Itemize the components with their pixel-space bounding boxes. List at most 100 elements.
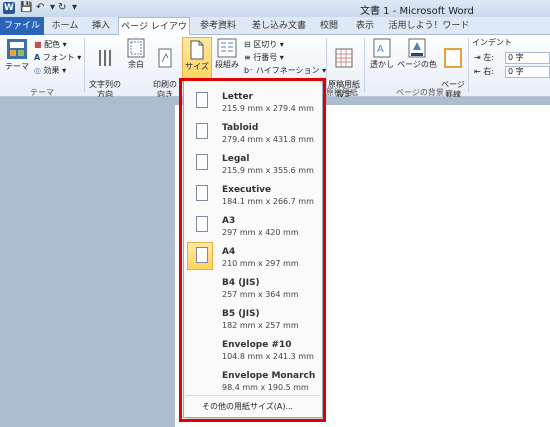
title-bar: W 💾 ↶ ▾ ↻ ▾ 文書 1 - Microsoft Word [0,0,550,17]
paper-size-item[interactable]: A4 210 mm x 297 mm [184,239,322,273]
hyphenation-button[interactable]: b⁻ ハイフネーション ▾ [244,65,326,77]
customize-qat-icon[interactable]: ▾ [72,1,77,15]
paper-size-item[interactable]: B4 (JIS) 257 mm x 364 mm [184,270,322,304]
separator [364,38,365,92]
paper-size-name: A3 [222,216,236,226]
paper-size-name: B5 (JIS) [222,309,260,319]
line-numbers-label: 行番号 [253,53,278,62]
indent-left-row: ⇥ 左: [474,52,494,64]
paper-size-item[interactable]: Executive 184.1 mm x 266.7 mm [184,177,322,211]
fonts-button[interactable]: A フォント ▾ [34,52,81,64]
effects-icon: ◎ [34,66,41,75]
paper-size-item[interactable]: Envelope #10 104.8 mm x 241.3 mm [184,332,322,366]
paper-size-item[interactable]: Tabloid 279.4 mm x 431.8 mm [184,115,322,149]
tab-mailings[interactable]: 差し込み文書 [248,17,310,35]
colors-label: 配色 [44,40,61,49]
themes-button[interactable]: テーマ [4,38,30,72]
margins-button[interactable]: 余白 [124,38,148,70]
effects-label: 効果 [43,66,60,75]
paper-size-dimensions: 215.9 mm x 279.4 mm [222,104,314,113]
word-app-icon[interactable]: W [3,2,15,14]
paper-size-name: Executive [222,185,272,195]
paper-size-item[interactable]: A3 297 mm x 420 mm [184,208,322,242]
tab-word-tips[interactable]: 活用しよう！ワード [386,17,472,35]
breaks-label: 区切り [253,40,278,49]
paper-size-name: A4 [222,247,236,257]
margins-icon [127,38,145,58]
page-color-button[interactable]: ページの色 [397,38,437,70]
window-title: 文書 1 - Microsoft Word [360,6,474,17]
manuscript-icon [335,48,353,68]
indent-right-input[interactable]: 0 字 [505,66,550,78]
colors-icon: ■ [34,40,42,49]
paper-size-dimensions: 182 mm x 257 mm [222,321,299,330]
paper-size-name: Letter [222,92,253,102]
line-numbers-button[interactable]: ≡ 行番号 ▾ [244,52,284,64]
paper-size-dimensions: 257 mm x 364 mm [222,290,299,299]
paper-size-dropdown: Letter 215.9 mm x 279.4 mm Tabloid 279.4 mm… [183,80,323,418]
watermark-button[interactable]: A 透かし [368,38,396,70]
undo-dropdown-icon[interactable]: ▾ [50,1,55,15]
hyphenation-label: ハイフネーション [255,66,320,75]
tab-page-layout[interactable]: ページ レイアウト [118,17,190,50]
columns-icon [217,38,237,58]
paper-size-dimensions: 184.1 mm x 266.7 mm [222,197,314,206]
paper-size-dimensions: 98.4 mm x 190.5 mm [222,383,309,392]
ribbon-tab-bar: ファイル ホーム 挿入 ページ レイアウト 参考資料 差し込み文書 校閲 表示 … [0,17,550,50]
indent-left-input[interactable]: 0 字 [505,52,550,64]
undo-icon[interactable]: ↶ [36,1,44,15]
themes-icon [7,39,27,59]
page-size-icon [196,92,208,108]
paper-size-item[interactable]: Envelope Monarch 98.4 mm x 190.5 mm [184,363,322,397]
tab-review[interactable]: 校閲 [314,17,344,35]
indent-right-icon: ⇤ [474,67,481,76]
page-size-icon [196,123,208,139]
redo-icon[interactable]: ↻ [58,1,66,15]
tab-insert[interactable]: 挿入 [86,17,116,35]
columns-button[interactable]: 段組み [214,38,240,70]
svg-text:A: A [377,44,384,55]
paper-size-dimensions: 279.4 mm x 431.8 mm [222,135,314,144]
margins-label: 余白 [128,60,144,69]
size-label: サイズ [185,62,209,71]
indent-header: インデント [472,38,512,47]
paper-size-item[interactable]: Legal 215.9 mm x 355.6 mm [184,146,322,180]
paper-size-name: B4 (JIS) [222,278,260,288]
separator [468,38,469,92]
fonts-label: フォント [42,53,75,62]
indent-right-label: 右: [483,67,494,76]
line-numbers-icon: ≡ [244,53,251,62]
page-size-icon [196,185,208,201]
save-icon[interactable]: 💾 [20,1,32,15]
paper-size-item[interactable]: B5 (JIS) 182 mm x 257 mm [184,301,322,335]
paper-size-dimensions: 104.8 mm x 241.3 mm [222,352,314,361]
colors-button[interactable]: ■ 配色 ▾ [34,39,67,51]
indent-left-label: 左: [483,53,494,62]
orientation-button[interactable]: 印刷の 向き [151,38,179,100]
separator [84,38,85,92]
dropdown-separator [186,395,320,396]
page-size-icon [196,247,208,263]
columns-label: 段組み [215,60,239,69]
watermark-label: 透かし [370,60,394,69]
paper-size-item[interactable]: Letter 215.9 mm x 279.4 mm [184,84,322,118]
tab-file[interactable]: ファイル [0,17,44,35]
text-direction-button[interactable]: 文字列の 方向 [88,38,122,100]
more-paper-sizes-item[interactable]: その他の用紙サイズ(A)... [202,401,293,412]
page-color-label: ページの色 [397,60,437,69]
tab-references[interactable]: 参考資料 [193,17,243,35]
indent-right-row: ⇤ 右: [474,66,494,78]
paper-size-dimensions: 210 mm x 297 mm [222,259,299,268]
indent-left-icon: ⇥ [474,53,481,62]
size-button[interactable]: サイズ [182,37,212,83]
breaks-button[interactable]: ⊟ 区切り ▾ [244,39,284,51]
tab-view[interactable]: 表示 [350,17,380,35]
paper-size-name: Legal [222,154,250,164]
effects-button[interactable]: ◎ 効果 ▾ [34,65,66,77]
paper-size-name: Tabloid [222,123,259,133]
page-color-icon [408,38,426,58]
page-size-icon [196,216,208,232]
tab-home[interactable]: ホーム [46,17,84,35]
size-icon [190,40,204,60]
paper-size-name: Envelope Monarch [222,371,316,381]
